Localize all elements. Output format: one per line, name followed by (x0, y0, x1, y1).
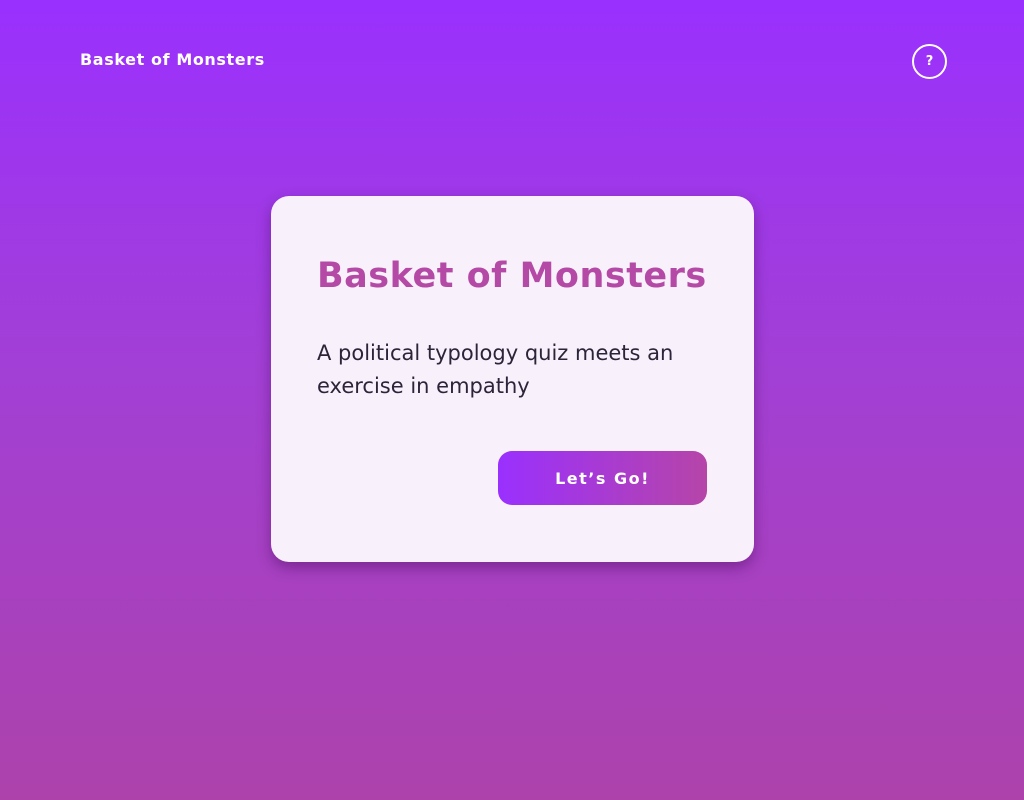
intro-card: Basket of Monsters A political typology … (271, 196, 754, 562)
card-subtitle: A political typology quiz meets an exerc… (317, 341, 674, 398)
card-title: Basket of Monsters (317, 256, 707, 296)
app-title: Basket of Monsters (80, 50, 265, 69)
help-icon[interactable]: ? (912, 44, 947, 79)
lets-go-button[interactable]: Let’s Go! (498, 451, 707, 505)
